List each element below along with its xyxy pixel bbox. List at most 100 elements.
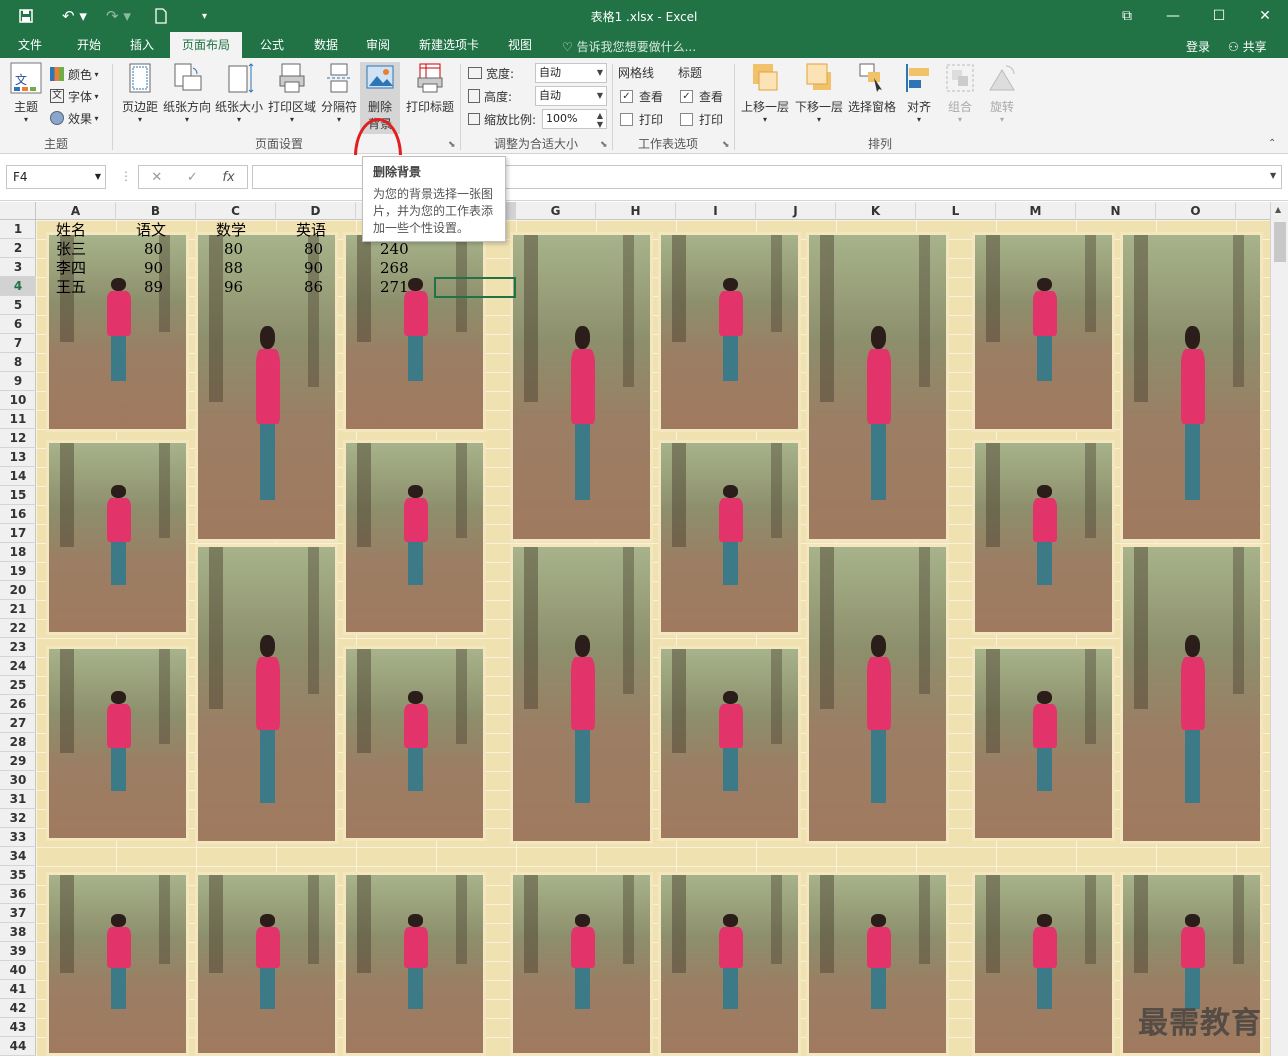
cancel-icon[interactable]: ✕	[151, 170, 162, 185]
row-header[interactable]: 41	[0, 980, 36, 999]
row-header[interactable]: 20	[0, 581, 36, 600]
tab-view[interactable]: 视图	[496, 32, 544, 58]
column-header-d[interactable]: D	[276, 202, 356, 220]
column-header-n[interactable]: N	[1076, 202, 1156, 220]
row-header[interactable]: 24	[0, 657, 36, 676]
tab-home[interactable]: 开始	[64, 32, 114, 58]
scroll-up-icon[interactable]: ▲	[1275, 205, 1281, 214]
row-header[interactable]: 31	[0, 790, 36, 809]
row-header[interactable]: 37	[0, 904, 36, 923]
row-header[interactable]: 27	[0, 714, 36, 733]
headings-print-checkbox[interactable]: 打印	[680, 109, 723, 129]
cell-e2[interactable]: 240	[380, 240, 409, 259]
cell-c4[interactable]: 96	[224, 278, 243, 297]
margins-button[interactable]: 页边距 ▾	[118, 62, 162, 124]
row-header[interactable]: 9	[0, 372, 36, 391]
expand-formula-icon[interactable]: ▼	[1270, 171, 1276, 180]
cell-b2[interactable]: 80	[144, 240, 163, 259]
tell-me-box[interactable]: ♡ 告诉我您想要做什么...	[562, 38, 696, 55]
orientation-button[interactable]: 纸张方向 ▾	[162, 62, 212, 124]
print-area-button[interactable]: 打印区域 ▾	[266, 62, 318, 124]
cell-b3[interactable]: 90	[144, 259, 163, 278]
cell-b4[interactable]: 89	[144, 278, 163, 297]
row-header[interactable]: 22	[0, 619, 36, 638]
send-backward-button[interactable]: 下移一层 ▾	[792, 62, 846, 124]
cell-e4[interactable]: 271	[380, 278, 409, 297]
height-select[interactable]: 自动 ▼	[535, 86, 607, 106]
row-header[interactable]: 33	[0, 828, 36, 847]
cell-c3[interactable]: 88	[224, 259, 243, 278]
row-header[interactable]: 6	[0, 315, 36, 334]
width-select[interactable]: 自动 ▼	[535, 63, 607, 83]
tab-formulas[interactable]: 公式	[248, 32, 296, 58]
row-header[interactable]: 35	[0, 866, 36, 885]
row-header[interactable]: 12	[0, 429, 36, 448]
row-header[interactable]: 13	[0, 448, 36, 467]
column-header-b[interactable]: B	[116, 202, 196, 220]
gridlines-print-checkbox[interactable]: 打印	[620, 109, 663, 129]
row-header[interactable]: 36	[0, 885, 36, 904]
row-header[interactable]: 39	[0, 942, 36, 961]
tab-data[interactable]: 数据	[302, 32, 350, 58]
row-header[interactable]: 44	[0, 1037, 36, 1056]
row-header[interactable]: 15	[0, 486, 36, 505]
tab-review[interactable]: 审阅	[354, 32, 402, 58]
row-header[interactable]: 34	[0, 847, 36, 866]
cell-a1[interactable]: 姓名	[56, 221, 86, 240]
close-icon[interactable]: ✕	[1242, 0, 1288, 32]
row-header[interactable]: 17	[0, 524, 36, 543]
group-button[interactable]: 组合 ▾	[940, 62, 980, 124]
column-header-k[interactable]: K	[836, 202, 916, 220]
row-header[interactable]: 8	[0, 353, 36, 372]
tab-file[interactable]: 文件	[6, 32, 54, 58]
dialog-launcher-icon[interactable]: ⬊	[722, 140, 730, 150]
cell-d4[interactable]: 86	[304, 278, 323, 297]
row-header[interactable]: 10	[0, 391, 36, 410]
row-header[interactable]: 32	[0, 809, 36, 828]
row-header[interactable]: 25	[0, 676, 36, 695]
cell-a2[interactable]: 张三	[56, 240, 86, 259]
login-link[interactable]: 登录	[1186, 38, 1210, 55]
cell-a3[interactable]: 李四	[56, 259, 86, 278]
tab-new[interactable]: 新建选项卡	[408, 32, 490, 58]
column-header-l[interactable]: L	[916, 202, 996, 220]
bring-forward-button[interactable]: 上移一层 ▾	[738, 62, 792, 124]
row-header[interactable]: 5	[0, 296, 36, 315]
vertical-scrollbar[interactable]: ▲	[1270, 202, 1288, 1056]
row-header[interactable]: 14	[0, 467, 36, 486]
row-header[interactable]: 11	[0, 410, 36, 429]
print-titles-button[interactable]: 打印标题	[404, 62, 456, 115]
selection-pane-button[interactable]: 选择窗格	[846, 62, 898, 115]
row-header[interactable]: 26	[0, 695, 36, 714]
scale-stepper[interactable]: 100% ▲ ▼	[542, 109, 607, 129]
row-header[interactable]: 43	[0, 1018, 36, 1037]
row-header[interactable]: 16	[0, 505, 36, 524]
share-button[interactable]: ⚇ 共享	[1228, 38, 1267, 55]
cell-e3[interactable]: 268	[380, 259, 409, 278]
cell-c1[interactable]: 数学	[216, 221, 246, 240]
breaks-button[interactable]: 分隔符 ▾	[320, 62, 358, 124]
row-header[interactable]: 21	[0, 600, 36, 619]
cell-d1[interactable]: 英语	[296, 221, 326, 240]
row-header[interactable]: 23	[0, 638, 36, 657]
column-header-g[interactable]: G	[516, 202, 596, 220]
name-box[interactable]: F4 ▼	[6, 165, 106, 189]
tab-page-layout[interactable]: 页面布局	[170, 32, 242, 58]
minimize-icon[interactable]: —	[1150, 0, 1196, 32]
row-header[interactable]: 28	[0, 733, 36, 752]
cell-d3[interactable]: 90	[304, 259, 323, 278]
row-header[interactable]: 19	[0, 562, 36, 581]
headings-view-checkbox[interactable]: ✓ 查看	[680, 86, 723, 106]
column-header-a[interactable]: A	[36, 202, 116, 220]
row-header[interactable]: 1	[0, 220, 36, 239]
select-all-corner[interactable]	[0, 202, 36, 220]
row-header[interactable]: 30	[0, 771, 36, 790]
cell-b1[interactable]: 语文	[136, 221, 166, 240]
row-header[interactable]: 40	[0, 961, 36, 980]
cell-a4[interactable]: 王五	[56, 278, 86, 297]
align-button[interactable]: 对齐 ▾	[900, 62, 938, 124]
ribbon-display-icon[interactable]: ⧉	[1104, 0, 1150, 32]
column-header-o[interactable]: O	[1156, 202, 1236, 220]
row-header[interactable]: 4	[0, 277, 36, 296]
row-header[interactable]: 7	[0, 334, 36, 353]
